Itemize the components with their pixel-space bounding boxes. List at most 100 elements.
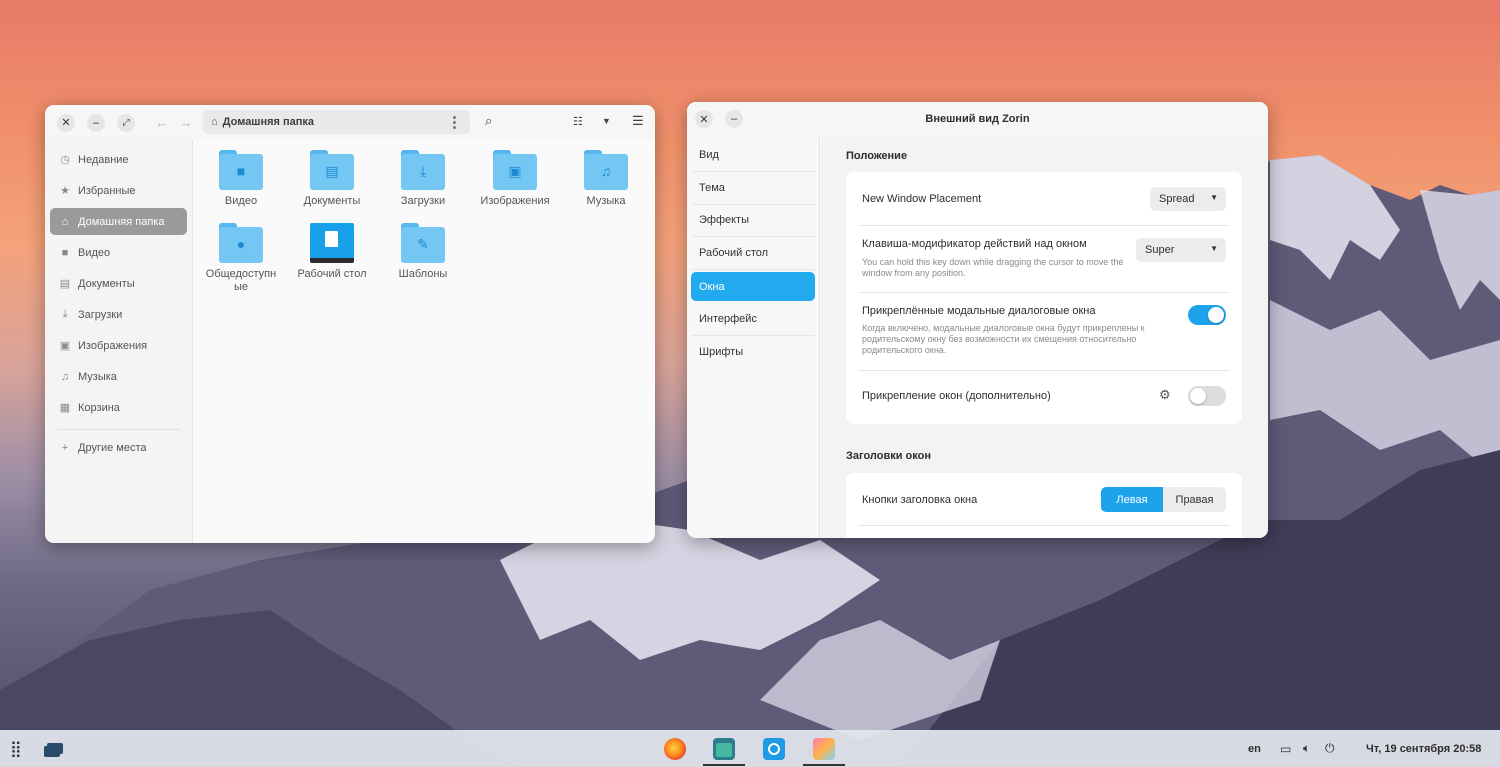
folder-label: Загрузки bbox=[400, 195, 446, 207]
chevron-down-icon: ▼ bbox=[1210, 193, 1218, 202]
maximize-button[interactable]: ⤢ bbox=[117, 113, 135, 132]
folder-grid: ■ Видео ▤ Документы ⤓ Загрузки ▣ Изображ… bbox=[200, 147, 655, 543]
keyboard-layout-indicator[interactable]: en bbox=[1248, 730, 1261, 767]
modifier-dropdown[interactable]: Super ▼ bbox=[1136, 238, 1226, 262]
zorin-appearance-icon[interactable] bbox=[813, 738, 835, 760]
folder-public[interactable]: ● Общедоступные bbox=[198, 220, 284, 294]
nav-item-effects[interactable]: Эффекты bbox=[691, 205, 815, 238]
sidebar-item-home[interactable]: ⌂ Домашняя папка bbox=[50, 208, 187, 235]
folder-label: Видео bbox=[224, 195, 258, 207]
software-store-icon[interactable] bbox=[763, 738, 785, 760]
firefox-icon[interactable] bbox=[664, 738, 686, 760]
nav-item-windows[interactable]: Окна bbox=[691, 272, 815, 302]
show-desktop-button[interactable] bbox=[47, 730, 63, 767]
sidebar-item-documents[interactable]: ▤ Документы bbox=[50, 270, 187, 297]
sidebar-item-pictures[interactable]: ▣ Изображения bbox=[50, 332, 187, 359]
folder-desktop[interactable]: Рабочий стол bbox=[289, 220, 375, 281]
hamburger-menu-icon[interactable]: ☰ bbox=[632, 113, 644, 129]
files-headerbar: ✕ – ⤢ ← → ⌂ Домашняя папка ⋮ ⌕ ☷ ▼ ☰ bbox=[45, 105, 655, 140]
path-bar[interactable]: ⌂ Домашняя папка ⋮ bbox=[203, 110, 470, 134]
folder-icon: ▤ bbox=[310, 150, 354, 190]
video-icon: ■ bbox=[236, 163, 246, 179]
folder-label: Общедоступные bbox=[205, 268, 277, 293]
sidebar-item-music[interactable]: ♫ Музыка bbox=[50, 363, 187, 390]
desktop-icon bbox=[47, 743, 63, 754]
folder-documents[interactable]: ▤ Документы bbox=[289, 147, 375, 208]
row-separator bbox=[858, 225, 1230, 226]
nav-item-fonts[interactable]: Шрифты bbox=[691, 336, 815, 369]
modifier-key-row: Клавиша-модификатор действий над окном Y… bbox=[862, 238, 1146, 279]
search-icon[interactable]: ⌕ bbox=[485, 113, 492, 129]
right-option-button[interactable]: Правая bbox=[1163, 487, 1226, 512]
arrow-left-icon: ← bbox=[155, 115, 169, 130]
folder-downloads[interactable]: ⤓ Загрузки bbox=[380, 147, 466, 208]
gear-icon[interactable]: ⚙ bbox=[1159, 387, 1171, 403]
desktop-folder-icon bbox=[310, 223, 354, 263]
document-icon: ▤ bbox=[325, 163, 339, 179]
files-sidebar: ◷ Недавние ★ Избранные ⌂ Домашняя папка ■ Ви… bbox=[45, 140, 193, 543]
sidebar-item-label: Избранные bbox=[78, 184, 136, 197]
minimize-icon: – bbox=[92, 116, 100, 129]
sidebar-item-starred[interactable]: ★ Избранные bbox=[50, 177, 187, 204]
nav-item-view[interactable]: Вид bbox=[691, 139, 815, 172]
document-icon: ▤ bbox=[59, 278, 71, 290]
home-icon: ⌂ bbox=[61, 215, 69, 228]
trash-icon: ▦ bbox=[59, 402, 71, 414]
notifications-icon[interactable]: ▭ bbox=[1280, 730, 1291, 767]
folder-label: Рабочий стол bbox=[297, 268, 367, 280]
folder-music[interactable]: ♫ Музыка bbox=[563, 147, 649, 208]
row-description: Когда включено, модальные диалоговые окн… bbox=[862, 323, 1145, 355]
music-icon: ♫ bbox=[600, 163, 612, 179]
file-cabinet-shape bbox=[716, 743, 732, 757]
sidebar-item-label: Корзина bbox=[78, 401, 120, 414]
forward-button[interactable]: → bbox=[177, 115, 195, 130]
volume-icon[interactable]: 🔈︎ bbox=[1303, 730, 1310, 767]
view-options-icon[interactable]: ▼ bbox=[602, 116, 611, 126]
user-icon: ● bbox=[236, 236, 246, 252]
sidebar-item-trash[interactable]: ▦ Корзина bbox=[50, 394, 187, 421]
home-icon: ⌂ bbox=[211, 116, 218, 128]
sidebar-item-label: Другие места bbox=[78, 441, 147, 454]
sidebar-item-recent[interactable]: ◷ Недавние bbox=[50, 146, 187, 173]
files-window: ✕ – ⤢ ← → ⌂ Домашняя папка ⋮ ⌕ ☷ ▼ ☰ ◷ Не… bbox=[45, 105, 655, 543]
sidebar-item-videos[interactable]: ■ Видео bbox=[50, 239, 187, 266]
nav-item-theme[interactable]: Тема bbox=[691, 172, 815, 205]
back-button[interactable]: ← bbox=[153, 115, 171, 130]
view-list-icon[interactable]: ☷ bbox=[573, 115, 583, 128]
files-icon[interactable] bbox=[713, 738, 735, 760]
folder-label: Изображения bbox=[480, 195, 550, 207]
app-grid-icon[interactable]: ⣿ bbox=[10, 730, 22, 767]
sidebar-item-label: Видео bbox=[78, 246, 111, 259]
folder-icon: ■ bbox=[219, 150, 263, 190]
attached-modal-toggle[interactable] bbox=[1188, 305, 1226, 325]
folder-icon: ✎ bbox=[401, 223, 445, 263]
close-button[interactable]: ✕ bbox=[57, 113, 75, 132]
clock[interactable]: Чт, 19 сентября 20:58 bbox=[1366, 730, 1481, 767]
sidebar-item-downloads[interactable]: ⤓ Загрузки bbox=[50, 301, 187, 328]
sidebar-item-label: Загрузки bbox=[78, 308, 123, 321]
sidebar-item-other-locations[interactable]: + Другие места bbox=[50, 434, 187, 461]
window-snap-toggle[interactable] bbox=[1188, 386, 1226, 406]
folder-icon: ♫ bbox=[584, 150, 628, 190]
close-icon: ✕ bbox=[61, 117, 71, 129]
image-icon: ▣ bbox=[59, 340, 71, 352]
path-menu-icon[interactable]: ⋮ bbox=[447, 113, 462, 131]
running-indicator bbox=[703, 764, 745, 766]
sidebar-item-label: Документы bbox=[78, 277, 135, 290]
folder-pictures[interactable]: ▣ Изображения bbox=[472, 147, 558, 208]
power-icon[interactable]: ⏻ bbox=[1325, 730, 1335, 767]
star-icon: ★ bbox=[60, 185, 70, 197]
image-icon: ▣ bbox=[508, 163, 522, 179]
nav-item-interface[interactable]: Интерфейс bbox=[691, 303, 815, 336]
row-description: You can hold this key down while draggin… bbox=[862, 257, 1124, 278]
folder-videos[interactable]: ■ Видео bbox=[198, 147, 284, 208]
minimize-button[interactable]: – bbox=[87, 113, 105, 132]
folder-templates[interactable]: ✎ Шаблоны bbox=[380, 220, 466, 281]
chevron-down-icon: ▼ bbox=[1210, 244, 1218, 253]
left-option-button[interactable]: Левая bbox=[1101, 487, 1163, 512]
window-snap-row: Прикрепление окон (дополнительно) bbox=[862, 390, 1228, 402]
placement-dropdown[interactable]: Spread ▼ bbox=[1150, 187, 1226, 211]
folder-icon: ⤓ bbox=[401, 150, 445, 190]
nav-item-desktop[interactable]: Рабочий стол bbox=[691, 237, 815, 271]
row-separator bbox=[858, 525, 1230, 526]
